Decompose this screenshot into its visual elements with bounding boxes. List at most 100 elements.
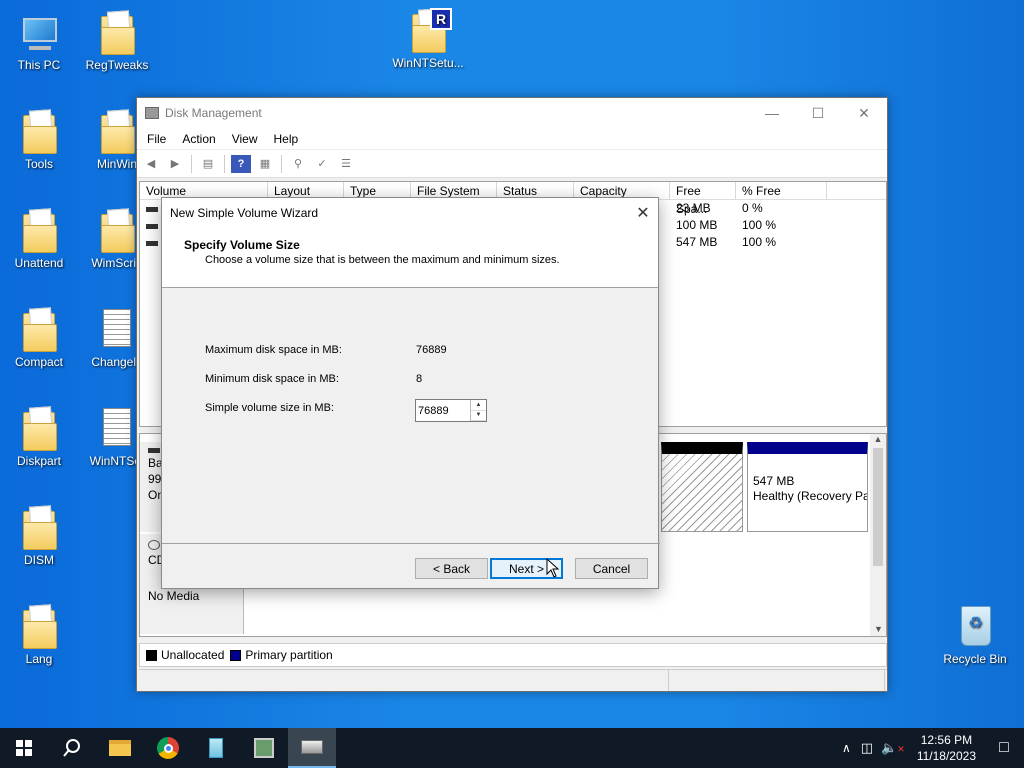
desktop-icon-label: Lang — [25, 652, 53, 666]
legend-primary: Primary partition — [245, 648, 333, 662]
folder-icon — [99, 10, 135, 55]
network-tool-button[interactable] — [240, 728, 288, 768]
desktop-icon-label: Unattend — [14, 256, 64, 270]
primary-swatch — [230, 649, 242, 661]
notifications-icon[interactable]: □ — [984, 739, 1024, 757]
legend-unallocated: Unallocated — [161, 648, 225, 662]
disk-management-taskbar-button[interactable] — [288, 728, 336, 768]
back-button[interactable]: < Back — [415, 558, 488, 579]
check-icon[interactable]: ✓ — [312, 155, 332, 173]
system-tray: ∧ ◫ 🔈✕ 12:56 PM 11/18/2023 □ — [836, 728, 1024, 768]
free-space-cell: 23 MB — [676, 201, 711, 215]
windows-logo-icon — [16, 740, 32, 756]
cd-rom-icon — [148, 540, 160, 550]
wizard-titlebar[interactable]: New Simple Volume Wizard ✕ — [162, 198, 658, 228]
spin-down-icon[interactable]: ▼ — [471, 411, 486, 421]
show-hide-tree-icon[interactable]: ▤ — [198, 155, 218, 173]
desktop-icon-compact[interactable]: Compact — [2, 307, 76, 369]
folder-icon — [21, 604, 57, 649]
percent-free-cell: 0 % — [742, 201, 763, 215]
desktop-icon-recycle-bin[interactable]: Recycle Bin — [938, 604, 1012, 666]
spin-up-icon[interactable]: ▲ — [471, 400, 486, 411]
desktop-icon-lang[interactable]: Lang — [2, 604, 76, 666]
menu-help[interactable]: Help — [266, 132, 307, 146]
column-percent-free[interactable]: % Free — [736, 182, 827, 199]
desktop-icon-label: This PC — [17, 58, 61, 72]
taskbar: ∧ ◫ 🔈✕ 12:56 PM 11/18/2023 □ — [0, 728, 1024, 768]
file-explorer-icon — [109, 740, 131, 756]
toolbar: ◀ ▶ ▤ ? ▦ ⚲ ✓ ☰ — [137, 150, 887, 178]
desktop-icon-winntsetup[interactable]: R WinNTSetu... — [391, 8, 465, 70]
desktop-icon-label: DISM — [24, 553, 54, 567]
free-space-cell: 547 MB — [676, 235, 718, 249]
max-disk-space-label: Maximum disk space in MB: — [205, 344, 342, 356]
help-icon[interactable]: ? — [231, 154, 251, 173]
volume-size-input[interactable] — [416, 400, 470, 421]
folder-icon — [99, 109, 135, 154]
disk-icon — [148, 448, 160, 453]
status-bar — [139, 669, 887, 691]
list-icon[interactable]: ☰ — [336, 155, 356, 173]
file-explorer-button[interactable] — [96, 728, 144, 768]
window-title: Disk Management — [165, 106, 262, 120]
winntsetup-icon: R — [410, 8, 452, 53]
desktop-icon-label: Changelo — [91, 355, 143, 369]
partition-legend: Unallocated Primary partition — [139, 643, 887, 667]
desktop-icon-this-pc[interactable]: This PC — [2, 10, 76, 72]
vertical-scrollbar[interactable]: ▲ ▼ — [870, 434, 886, 636]
document-icon — [99, 307, 135, 351]
desktop-icon-unattend[interactable]: Unattend — [2, 208, 76, 270]
notepad-button[interactable] — [192, 728, 240, 768]
min-disk-space-label: Minimum disk space in MB: — [205, 373, 339, 385]
connect-icon[interactable]: ⚲ — [288, 155, 308, 173]
menu-action[interactable]: Action — [174, 132, 223, 146]
close-icon[interactable]: ✕ — [628, 203, 658, 223]
unallocated-partition[interactable] — [661, 442, 743, 532]
desktop-icon-regtweaks[interactable]: RegTweaks — [80, 10, 154, 72]
volume-size-stepper[interactable]: ▲ ▼ — [415, 399, 487, 422]
clock-date: 11/18/2023 — [916, 749, 976, 763]
folder-icon — [21, 406, 57, 451]
disk-1-media: No Media — [148, 589, 200, 603]
menu-file[interactable]: File — [139, 132, 174, 146]
recovery-status: Healthy (Recovery Pa — [753, 489, 867, 503]
chevron-up-icon[interactable]: ∧ — [836, 741, 857, 755]
wizard-heading: Specify Volume Size — [184, 238, 300, 252]
wizard-title: New Simple Volume Wizard — [170, 206, 319, 220]
start-button[interactable] — [0, 728, 48, 768]
desktop-icon-label: WimScrip — [91, 256, 143, 270]
maximize-button[interactable]: ☐ — [795, 98, 841, 128]
clock-time: 12:56 PM — [920, 733, 973, 747]
chrome-icon — [157, 737, 179, 759]
search-button[interactable] — [48, 728, 96, 768]
drive-icon — [146, 241, 158, 246]
forward-arrow-icon[interactable]: ▶ — [165, 155, 185, 173]
desktop-icon-dism[interactable]: DISM — [2, 505, 76, 567]
cancel-button[interactable]: Cancel — [575, 558, 648, 579]
folder-icon — [21, 307, 57, 352]
close-button[interactable]: ✕ — [841, 98, 887, 128]
back-arrow-icon[interactable]: ◀ — [141, 155, 161, 173]
menu-view[interactable]: View — [224, 132, 266, 146]
wizard-subheading: Choose a volume size that is between the… — [205, 254, 560, 266]
column-free-space[interactable]: Free Spa... — [670, 182, 736, 216]
desktop-icon-label: WinNTSetu... — [392, 56, 464, 70]
scroll-up-icon[interactable]: ▲ — [870, 434, 886, 444]
chrome-button[interactable] — [144, 728, 192, 768]
scroll-down-icon[interactable]: ▼ — [874, 624, 883, 634]
minimize-button[interactable]: — — [749, 98, 795, 128]
folder-icon — [21, 208, 57, 253]
desktop-icon-diskpart[interactable]: Diskpart — [2, 406, 76, 468]
recovery-partition[interactable]: 547 MB Healthy (Recovery Pa — [747, 442, 868, 532]
desktop-icon-label: RegTweaks — [85, 58, 149, 72]
clock[interactable]: 12:56 PM 11/18/2023 — [909, 732, 984, 764]
volume-muted-icon[interactable]: 🔈✕ — [877, 740, 909, 756]
search-icon — [63, 739, 80, 757]
disk-management-taskbar-icon — [301, 740, 323, 754]
network-icon[interactable]: ◫ — [857, 740, 877, 756]
recycle-bin-icon — [957, 604, 993, 648]
desktop-icon-tools[interactable]: Tools — [2, 109, 76, 171]
scroll-thumb[interactable] — [873, 448, 883, 566]
properties-icon[interactable]: ▦ — [255, 155, 275, 173]
window-titlebar[interactable]: Disk Management — ☐ ✕ — [137, 98, 887, 128]
